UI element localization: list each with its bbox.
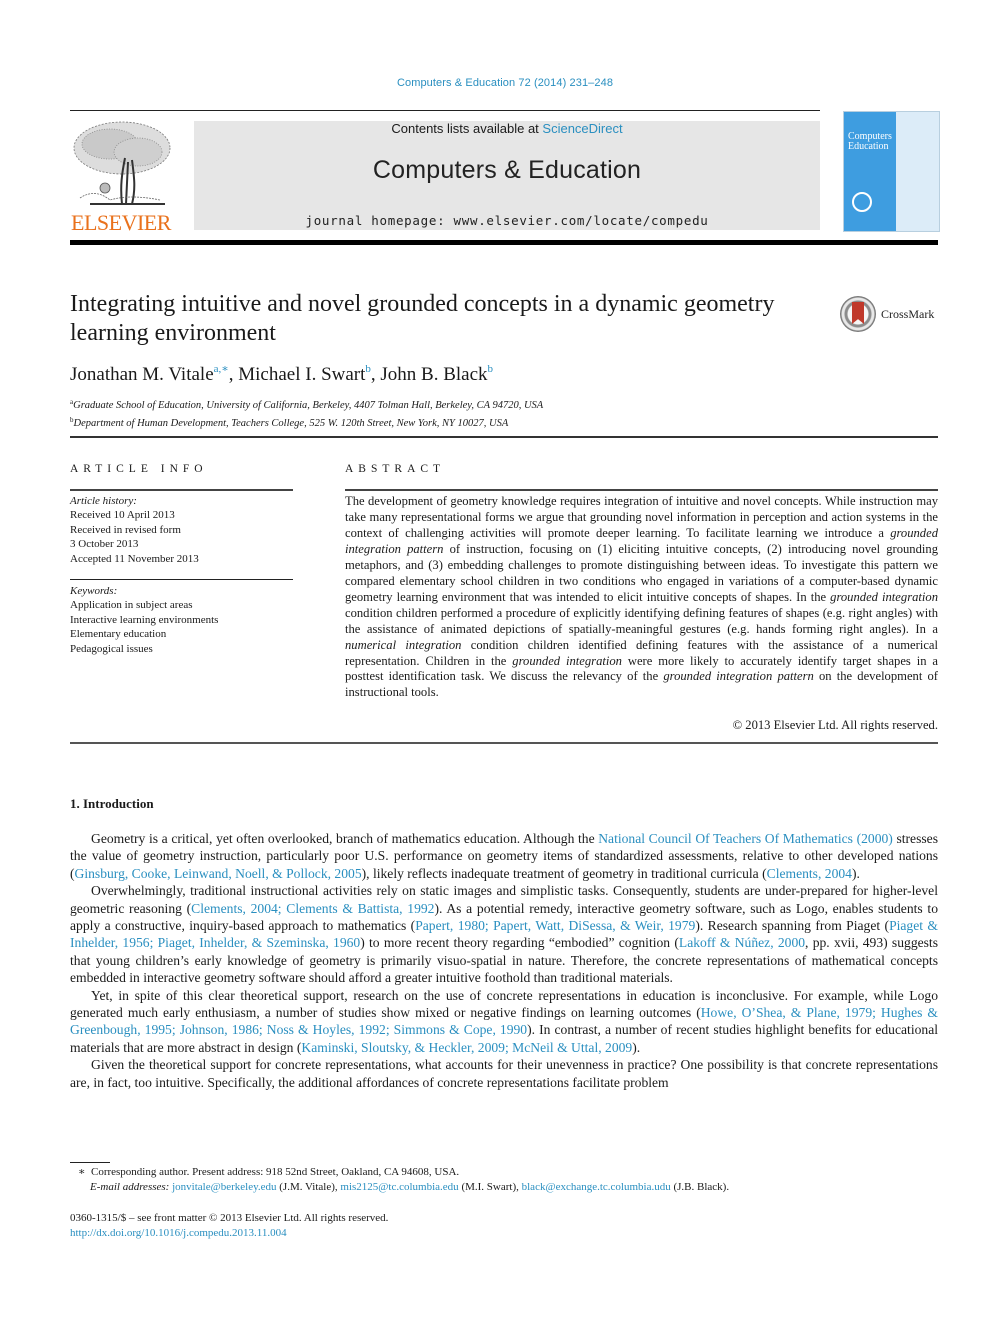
elsevier-tree-icon xyxy=(73,121,171,205)
citation-link[interactable]: Ginsburg, Cooke, Leinwand, Noell, & Poll… xyxy=(75,866,362,881)
text-run: condition children performed a procedure… xyxy=(345,605,938,636)
text-run: ). xyxy=(632,1039,641,1055)
citation-link[interactable]: Kaminski, Sloutsky, & Heckler, 2009; McN… xyxy=(301,1040,632,1055)
journal-homepage-link[interactable]: journal homepage: www.elsevier.com/locat… xyxy=(194,213,820,228)
history-item: Received in revised form xyxy=(70,523,181,536)
header-rule xyxy=(70,110,820,111)
doi-link[interactable]: http://dx.doi.org/10.1016/j.compedu.2013… xyxy=(70,1227,287,1239)
article-title: Integrating intuitive and novel grounded… xyxy=(70,291,775,346)
emphasis-text: grounded integration xyxy=(830,589,938,604)
article-info-heading: ARTICLE INFO xyxy=(70,463,208,475)
footnote-marker: ∗ xyxy=(78,1166,86,1178)
emphasis-text: grounded integration pattern xyxy=(663,669,814,684)
citation-link[interactable]: National Council Of Teachers Of Mathemat… xyxy=(598,831,893,846)
footnote-rule xyxy=(70,1162,110,1163)
affiliation: bDepartment of Human Development, Teache… xyxy=(70,413,543,431)
article-info-rule xyxy=(70,489,293,491)
corresponding-text: Corresponding author. Present address: 9… xyxy=(90,1166,460,1178)
citation-link[interactable]: Lakoff & Núñez, 2000 xyxy=(679,935,805,950)
corresponding-author-note: ∗ Corresponding author. Present address:… xyxy=(78,1165,459,1180)
emphasis-text: numerical integration xyxy=(345,637,462,652)
keywords-rule xyxy=(70,579,293,580)
email-link[interactable]: mis2125@tc.columbia.edu xyxy=(340,1181,458,1193)
author-list: Jonathan M. Vitalea,∗, Michael I. Swartb… xyxy=(70,363,494,385)
email-link[interactable]: black@exchange.tc.columbia.udu xyxy=(522,1181,671,1193)
elsevier-logo[interactable]: ELSEVIER xyxy=(70,118,172,234)
citation-link[interactable]: Papert, 1980; Papert, Watt, DiSessa, & W… xyxy=(415,918,695,933)
email-owner: (J.M. Vitale), xyxy=(276,1181,341,1193)
affiliation-text: Department of Human Development, Teacher… xyxy=(73,418,509,429)
history-item: Received 10 April 2013 xyxy=(70,509,175,522)
text-run: ), likely reflects inadequate treatment … xyxy=(361,865,767,881)
journal-banner: Contents lists available at ScienceDirec… xyxy=(194,121,820,230)
abstract-text: The development of geometry knowledge re… xyxy=(345,494,938,701)
journal-title: Computers & Education xyxy=(372,156,642,184)
crossmark-label: CrossMark xyxy=(881,307,935,321)
citation-link[interactable]: Clements, 2004; Clements & Battista, 199… xyxy=(191,901,434,916)
keywords-label: Keywords: xyxy=(70,585,118,597)
title-divider xyxy=(70,436,938,438)
header-thick-rule xyxy=(70,240,938,245)
history-item: 3 October 2013 xyxy=(70,538,139,551)
text-run: ). xyxy=(851,865,860,881)
journal-cover-thumbnail[interactable]: Computers Education xyxy=(843,111,940,232)
abstract-copyright: © 2013 Elsevier Ltd. All rights reserved… xyxy=(732,718,938,732)
keywords: Keywords: Application in subject areas I… xyxy=(70,584,300,656)
section-heading-introduction: 1. Introduction xyxy=(70,796,154,811)
keyword: Elementary education xyxy=(70,628,167,641)
author-name: Jonathan M. Vitale xyxy=(70,364,214,385)
keyword: Application in subject areas xyxy=(70,599,193,612)
elsevier-wordmark: ELSEVIER xyxy=(71,210,171,235)
text-run: ) to more recent theory regarding “embod… xyxy=(360,935,679,951)
cover-blue-panel xyxy=(844,112,896,231)
keyword: Pedagogical issues xyxy=(70,642,153,655)
author-name: Michael I. Swart xyxy=(238,364,366,385)
abstract-end-rule xyxy=(70,742,938,744)
text-run: The development of geometry knowledge re… xyxy=(345,494,938,540)
citation-link[interactable]: Clements, 2004 xyxy=(767,866,852,881)
journal-ref-link[interactable]: Computers & Education 72 (2014) 231–248 xyxy=(397,77,613,89)
email-owner: (M.I. Swart), xyxy=(458,1181,522,1193)
body-text: Geometry is a critical, yet often overlo… xyxy=(70,830,938,1091)
emphasis-text: grounded integration xyxy=(512,653,622,668)
body-paragraph: Yet, in spite of this clear theoretical … xyxy=(70,987,938,1057)
affiliations: aGraduate School of Education, Universit… xyxy=(70,395,543,431)
email-owner: (J.B. Black). xyxy=(670,1181,730,1193)
abstract-heading: ABSTRACT xyxy=(345,463,446,475)
history-label: Article history: xyxy=(70,495,137,507)
cover-title-line: Education xyxy=(848,141,889,152)
crossmark-button[interactable]: CrossMark xyxy=(840,296,950,336)
journal-reference[interactable]: Computers & Education 72 (2014) 231–248 xyxy=(0,77,992,89)
email-addresses: E-mail addresses: jonvitale@berkeley.edu… xyxy=(90,1180,729,1195)
text-run: Geometry is a critical, yet often overlo… xyxy=(91,831,599,846)
email-label: E-mail addresses: xyxy=(90,1181,173,1193)
contents-prefix: Contents lists available at xyxy=(391,121,543,136)
email-link[interactable]: jonvitale@berkeley.edu xyxy=(172,1181,276,1193)
article-history: Article history: Received 10 April 2013 … xyxy=(70,494,300,566)
cover-title: Computers Education xyxy=(848,132,892,152)
body-paragraph: Geometry is a critical, yet often overlo… xyxy=(70,830,938,882)
author-affil-link[interactable]: b xyxy=(365,363,371,375)
author-affil-link[interactable]: b xyxy=(488,363,494,375)
affiliation: aGraduate School of Education, Universit… xyxy=(70,395,543,413)
text-run: Given the theoretical support for concre… xyxy=(70,1057,938,1090)
text-run: ). Research spanning from Piaget ( xyxy=(695,918,890,934)
abstract-rule xyxy=(345,489,938,491)
contents-available: Contents lists available at ScienceDirec… xyxy=(194,121,820,136)
front-matter-text: 0360-1315/$ – see front matter © 2013 El… xyxy=(70,1212,389,1224)
body-paragraph: Given the theoretical support for concre… xyxy=(70,1056,938,1091)
history-item: Accepted 11 November 2013 xyxy=(70,552,199,565)
author-name: John B. Black xyxy=(380,364,488,385)
front-matter: 0360-1315/$ – see front matter © 2013 El… xyxy=(70,1211,388,1241)
sciencedirect-link[interactable]: ScienceDirect xyxy=(542,121,622,136)
cover-seal-icon xyxy=(852,192,872,212)
body-paragraph: Overwhelmingly, traditional instructiona… xyxy=(70,882,938,986)
affiliation-text: Graduate School of Education, University… xyxy=(73,400,544,411)
keyword: Interactive learning environments xyxy=(70,613,219,626)
author-affil-link[interactable]: a,∗ xyxy=(214,363,229,375)
